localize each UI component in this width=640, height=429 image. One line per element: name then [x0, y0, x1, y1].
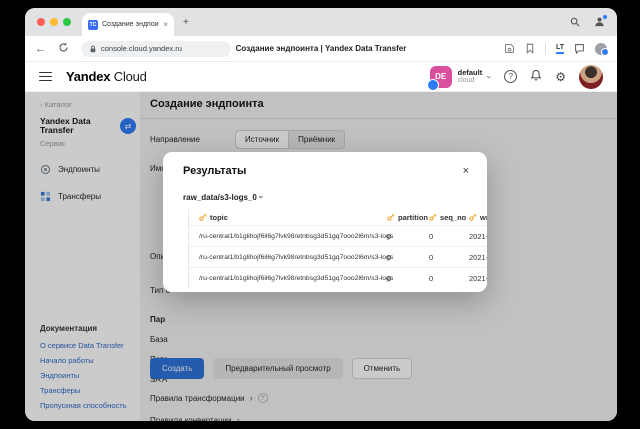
- seq-no-cell: 0: [429, 253, 433, 262]
- topic-cell: /ru-central1/b1glihojf6il6g7lvk98/etnbsg…: [199, 275, 393, 282]
- lock-icon: [89, 45, 97, 53]
- gear-icon[interactable]: ⚙: [555, 70, 566, 84]
- menu-icon[interactable]: [39, 69, 52, 84]
- tab-title: Создание эндпоинта: [102, 21, 159, 28]
- partition-cell: 0: [387, 232, 391, 241]
- seq-no-cell: 0: [429, 274, 433, 283]
- table-row[interactable]: /ru-central1/b1glihojf6il6g7lvk98/etnbsg…: [189, 225, 487, 246]
- save-icon[interactable]: [504, 43, 515, 54]
- table-header-row: topic partition seq_no wri: [189, 209, 487, 225]
- write-time-cell: 2021-1: [469, 274, 487, 283]
- bell-icon[interactable]: [530, 68, 542, 86]
- address-bar[interactable]: console.cloud.yandex.ru: [81, 41, 231, 57]
- table-row[interactable]: /ru-central1/b1glihojf6il6g7lvk98/etnbsg…: [189, 246, 487, 267]
- user-avatar[interactable]: [579, 65, 603, 89]
- close-icon[interactable]: ×: [463, 165, 469, 177]
- column-header-write-time[interactable]: wri: [480, 213, 487, 222]
- account-switcher[interactable]: DE default cloud ›: [430, 66, 492, 88]
- account-name: default: [458, 69, 483, 77]
- topic-cell: /ru-central1/b1glihojf6il6g7lvk98/etnbsg…: [199, 233, 393, 240]
- help-icon[interactable]: ?: [504, 70, 517, 83]
- tab-close-icon[interactable]: ×: [163, 20, 168, 29]
- address-url: console.cloud.yandex.ru: [101, 44, 182, 53]
- browser-toolbar: ← console.cloud.yandex.ru Создание эндпо…: [25, 36, 617, 62]
- write-time-cell: 2021-1: [469, 232, 487, 241]
- console-header: Yandex Cloud DE default cloud › ? ⚙: [25, 62, 617, 92]
- tab-favicon-icon: ТС: [88, 20, 98, 30]
- partition-cell: 0: [387, 253, 391, 262]
- window-controls: [37, 18, 71, 26]
- maximize-window-button[interactable]: [63, 18, 71, 26]
- dataset-selector[interactable]: raw_data/s3-logs_0 ›: [183, 192, 487, 202]
- account-avatar: DE: [430, 66, 452, 88]
- toolbar-divider: [545, 43, 546, 55]
- lt-extension-button[interactable]: LT: [556, 44, 564, 54]
- account-scope: cloud: [458, 77, 483, 84]
- reload-icon[interactable]: [58, 42, 69, 56]
- close-window-button[interactable]: [37, 18, 45, 26]
- modal-title: Результаты: [183, 165, 463, 177]
- new-tab-button[interactable]: +: [183, 17, 189, 28]
- write-time-cell: 2021-1: [469, 253, 487, 262]
- column-header-topic[interactable]: topic: [210, 213, 228, 222]
- yandex-cloud-logo[interactable]: Yandex Cloud: [66, 69, 147, 84]
- seq-no-cell: 0: [429, 232, 433, 241]
- topic-cell: /ru-central1/b1glihojf6il6g7lvk98/etnbsg…: [199, 254, 393, 261]
- browser-window: ТС Создание эндпоинта × + ← console.clou…: [25, 8, 617, 421]
- key-icon: [199, 213, 207, 221]
- chevron-down-icon: ›: [485, 75, 495, 78]
- key-icon: [469, 213, 477, 221]
- tab-strip: ТС Создание эндпоинта × +: [25, 8, 617, 36]
- browser-profile-icon[interactable]: [594, 16, 605, 29]
- profile-avatar-icon[interactable]: [595, 43, 607, 55]
- results-modal: Результаты × raw_data/s3-logs_0 › topic …: [163, 152, 487, 292]
- key-icon: [387, 213, 395, 221]
- back-icon[interactable]: ←: [35, 43, 46, 55]
- key-icon: [429, 213, 437, 221]
- browser-tab[interactable]: ТС Создание эндпоинта ×: [82, 13, 174, 36]
- tab-search-icon[interactable]: [570, 17, 580, 29]
- bookmark-icon[interactable]: [525, 43, 535, 54]
- chat-extension-icon[interactable]: [574, 43, 585, 54]
- results-table: topic partition seq_no wri /ru-central1/…: [188, 209, 487, 288]
- table-row[interactable]: /ru-central1/b1glihojf6il6g7lvk98/etnbsg…: [189, 267, 487, 288]
- minimize-window-button[interactable]: [50, 18, 58, 26]
- partition-cell: 0: [387, 274, 391, 283]
- chevron-down-icon: ›: [256, 196, 266, 199]
